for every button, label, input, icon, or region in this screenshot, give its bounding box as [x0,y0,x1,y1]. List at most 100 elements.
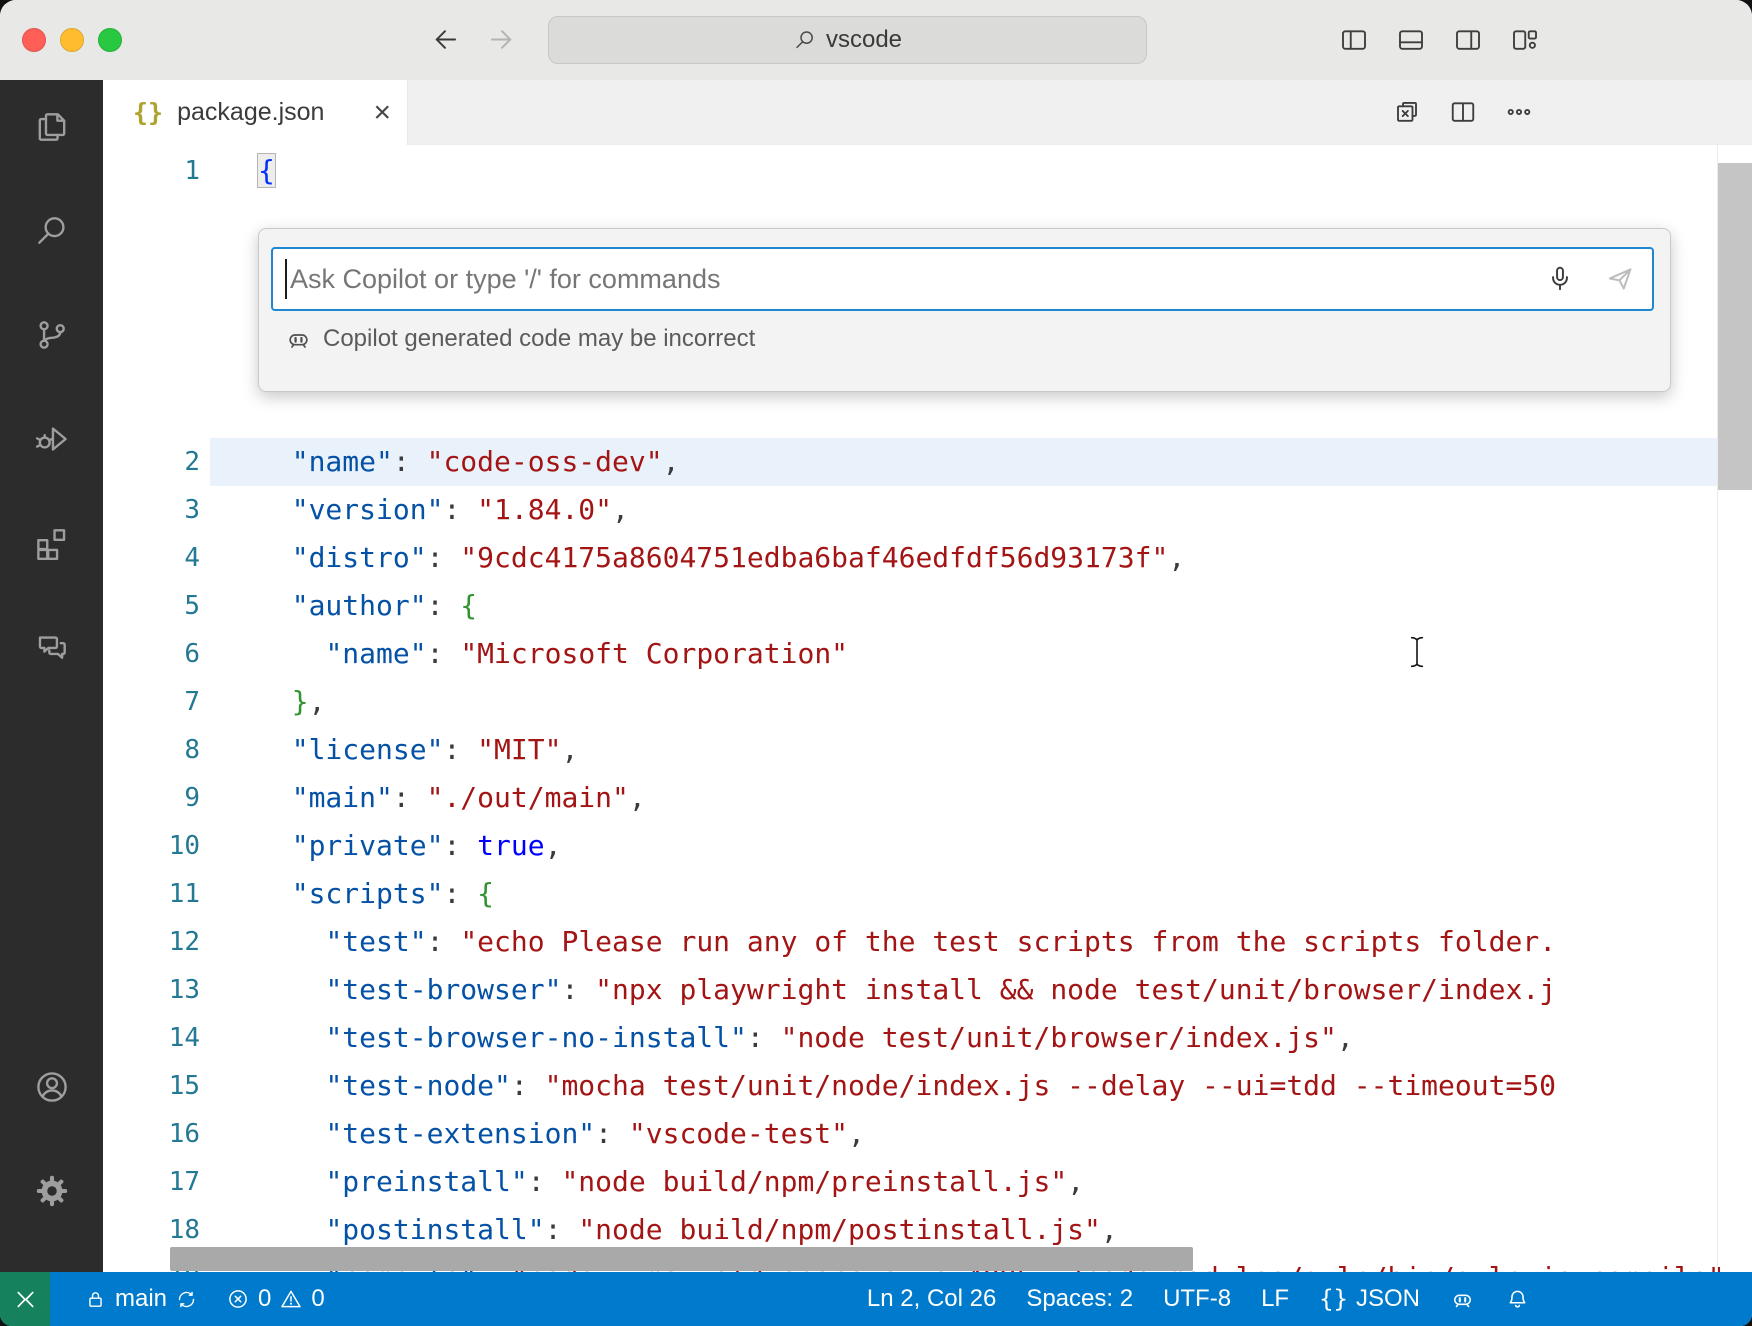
panel-right-icon[interactable] [1453,25,1483,55]
search-icon [33,212,71,250]
vscode-window: vscode {} package.json × 1{ 2 "name": "co… [0,0,1752,1326]
traffic-lights [22,28,122,52]
line-number: 1 [103,147,200,195]
panel-bottom-icon[interactable] [1396,25,1426,55]
code-text: "test-extension": "vscode-test", [258,1110,1752,1158]
text-caret [285,259,287,299]
activity-item-settings[interactable] [27,1166,77,1216]
json-file-icon: {} [133,98,163,127]
close-window-button[interactable] [22,28,46,52]
line-number: 14 [103,1014,200,1062]
encoding[interactable]: UTF-8 [1163,1285,1231,1313]
bell-icon [1505,1287,1530,1312]
error-icon [226,1287,250,1311]
code-line-9[interactable]: 9 "main": "./out/main", [103,774,1752,822]
line-number: 13 [103,966,200,1014]
copilot-chat-input[interactable]: Ask Copilot or type '/' for commands [271,247,1654,311]
close-all-icon[interactable] [1392,97,1422,127]
panel-left-icon[interactable] [1339,25,1369,55]
split-editor-icon[interactable] [1448,97,1478,127]
code-line-1[interactable]: 1{ [103,147,1752,195]
language-mode[interactable]: {}JSON [1319,1285,1420,1313]
eol[interactable]: LF [1261,1285,1289,1313]
tab-label: package.json [177,98,324,127]
code-line-3[interactable]: 3 "version": "1.84.0", [103,486,1752,534]
code-line-12[interactable]: 12 "test": "echo Please run any of the t… [103,918,1752,966]
code-line-15[interactable]: 15 "test-node": "mocha test/unit/node/in… [103,1062,1752,1110]
encoding-label: UTF-8 [1163,1285,1231,1313]
activity-item-accounts[interactable] [27,1062,77,1112]
warning-icon [279,1287,303,1311]
copilot-hint: Copilot generated code may be incorrect [285,325,755,353]
code-line-16[interactable]: 16 "test-extension": "vscode-test", [103,1110,1752,1158]
lock-icon [84,1288,107,1311]
horizontal-scrollbar-thumb[interactable] [170,1247,1193,1271]
explorer-icon [33,108,71,146]
sync-icon [175,1288,198,1311]
minimize-window-button[interactable] [60,28,84,52]
branch-label: main [115,1285,167,1313]
back-arrow-icon[interactable] [430,24,461,55]
line-number: 7 [103,678,200,726]
cursor-position[interactable]: Ln 2, Col 26 [867,1285,996,1313]
activity-item-source-control[interactable] [27,310,77,360]
code-line-4[interactable]: 4 "distro": "9cdc4175a8604751edba6baf46e… [103,534,1752,582]
code-line-6[interactable]: 6 "name": "Microsoft Corporation" [103,630,1752,678]
code-text: "private": true, [258,822,1752,870]
copilot-icon [1450,1287,1475,1312]
code-line-13[interactable]: 13 "test-browser": "npx playwright insta… [103,966,1752,1014]
code-line-5[interactable]: 5 "author": { [103,582,1752,630]
code-line-11[interactable]: 11 "scripts": { [103,870,1752,918]
code-line-14[interactable]: 14 "test-browser-no-install": "node test… [103,1014,1752,1062]
branch-item[interactable]: main [84,1285,198,1313]
remote-indicator[interactable] [0,1272,50,1326]
code-line-7[interactable]: 7 }, [103,678,1752,726]
layout-customize-icon[interactable] [1510,25,1540,55]
zoom-window-button[interactable] [98,28,122,52]
activity-item-chat[interactable] [27,622,77,672]
activity-item-explorer[interactable] [27,102,77,152]
more-actions-icon[interactable] [1504,97,1534,127]
line-number: 4 [103,534,200,582]
indentation[interactable]: Spaces: 2 [1026,1285,1133,1313]
copilot-inline-chat-widget: Ask Copilot or type '/' for commands Cop… [258,228,1671,392]
problems-item[interactable]: 00 [226,1285,325,1313]
copilot-hint-text: Copilot generated code may be incorrect [323,325,755,353]
activity-item-extensions[interactable] [27,518,77,568]
notifications[interactable] [1505,1287,1530,1312]
chat-placeholder: Ask Copilot or type '/' for commands [290,264,720,295]
line-number: 10 [103,822,200,870]
send-icon[interactable] [1604,263,1636,295]
line-number: 6 [103,630,200,678]
close-tab-icon[interactable]: × [373,98,391,128]
forward-arrow-icon[interactable] [486,24,517,55]
tab-package-json[interactable]: {} package.json × [103,80,408,145]
activity-bar-bottom [27,1062,77,1216]
cursor-position-label: Ln 2, Col 26 [867,1285,996,1313]
copilot-icon [285,326,312,353]
code-text: "version": "1.84.0", [258,486,1752,534]
activity-item-run-and-debug[interactable] [27,414,77,464]
copilot-status[interactable] [1450,1287,1475,1312]
code-text: "test-node": "mocha test/unit/node/index… [258,1062,1752,1110]
vertical-scrollbar-thumb[interactable] [1718,163,1752,490]
code-text: "preinstall": "node build/npm/preinstall… [258,1158,1752,1206]
editor[interactable]: 1{ 2 "name": "code-oss-dev",3 "version": … [103,145,1752,1272]
mouse-ibeam-cursor [1408,635,1426,669]
activity-item-search[interactable] [27,206,77,256]
code-line-10[interactable]: 10 "private": true, [103,822,1752,870]
code-line-2[interactable]: 2 "name": "code-oss-dev", [103,438,1752,486]
code-text: "test-browser": "npx playwright install … [258,966,1752,1014]
line-number: 9 [103,774,200,822]
command-center-search[interactable]: vscode [548,16,1147,64]
code-line-8[interactable]: 8 "license": "MIT", [103,726,1752,774]
code-text: "distro": "9cdc4175a8604751edba6baf46edf… [258,534,1752,582]
status-bar-right: Ln 2, Col 26 Spaces: 2 UTF-8 LF {}JSON [867,1285,1752,1313]
code-line-17[interactable]: 17 "preinstall": "node build/npm/preinst… [103,1158,1752,1206]
microphone-icon[interactable] [1544,263,1576,295]
tab-bar: {} package.json × [103,80,1752,145]
activity-bar-top [27,102,77,672]
run-and-debug-icon [33,420,71,458]
language-mode-label: JSON [1356,1285,1420,1313]
code-text: "test": "echo Please run any of the test… [258,918,1752,966]
